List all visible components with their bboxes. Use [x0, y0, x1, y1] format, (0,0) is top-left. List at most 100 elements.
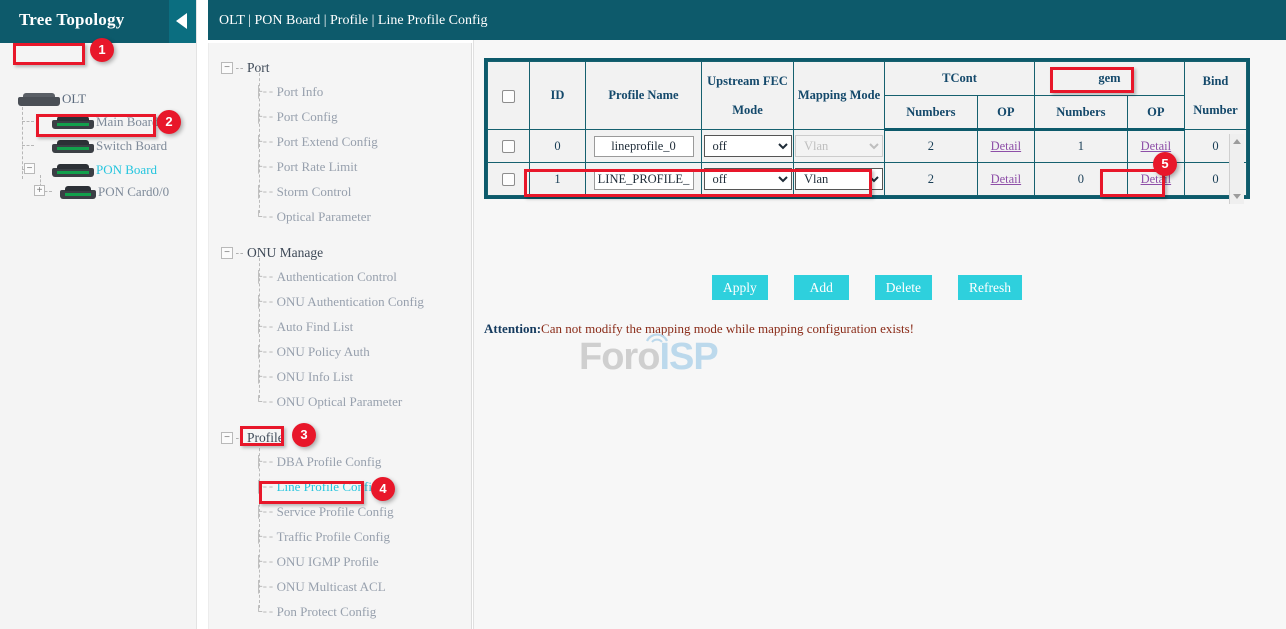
olt-device-icon [18, 93, 60, 106]
table-row[interactable]: 1 off Vlan [488, 163, 1247, 196]
menu-item-onu-multicast-acl[interactable]: ├-- ONU Multicast ACL [255, 578, 386, 596]
tree-connector [236, 253, 243, 254]
tree-expander-pon-board[interactable]: − [24, 163, 35, 174]
profile-name-input[interactable] [594, 136, 694, 157]
row-checkbox[interactable] [502, 140, 515, 153]
tree-connector: ├-- [255, 455, 274, 469]
row-checkbox[interactable] [502, 173, 515, 186]
tree-node-olt[interactable]: OLT [18, 88, 86, 110]
column-header-mapping-mode: Mapping Mode [794, 62, 885, 130]
delete-button[interactable]: Delete [875, 275, 932, 300]
board-icon [52, 164, 94, 177]
tree-connector: ├-- [255, 345, 274, 359]
attention-label: Attention: [484, 321, 541, 336]
profile-name-input[interactable] [594, 169, 694, 190]
cell-gem-numbers: 0 [1034, 163, 1127, 196]
menu-item-auto-find-list[interactable]: ├-- Auto Find List [255, 318, 353, 336]
tcont-detail-link[interactable]: Detail [991, 139, 1022, 153]
menu-item-onu-authentication-config[interactable]: ├-- ONU Authentication Config [255, 293, 424, 311]
breadcrumb: OLT | PON Board | Profile | Line Profile… [219, 13, 488, 29]
line-profile-table-container: ID Profile Name Upstream FEC Mode Mappin… [484, 58, 1250, 199]
menu-group-port[interactable]: − Port [221, 58, 270, 78]
tree-connector: ├-- [255, 110, 274, 124]
tree-connector: ├-- [255, 270, 274, 284]
gem-detail-link[interactable]: Detail [1141, 139, 1172, 153]
menu-item-service-profile-config[interactable]: ├-- Service Profile Config [255, 503, 394, 521]
menu-item-label: Pon Protect Config [277, 604, 377, 620]
menu-item-label: Auto Find List [277, 319, 354, 335]
cell-tcont-numbers: 2 [885, 130, 978, 163]
menu-group-label: Profile [247, 430, 284, 446]
cell-upstream-fec: off [702, 130, 794, 163]
refresh-button[interactable]: Refresh [958, 275, 1022, 300]
row-select-cell [488, 163, 530, 196]
menu-item-onu-optical-parameter[interactable]: └-- ONU Optical Parameter [255, 393, 402, 411]
scroll-down-icon[interactable] [1233, 194, 1241, 199]
menu-item-authentication-control[interactable]: ├-- Authentication Control [255, 268, 397, 286]
cell-id: 1 [530, 163, 586, 196]
menu-item-storm-control[interactable]: ├-- Storm Control [255, 183, 351, 201]
menu-item-label: Port Rate Limit [277, 159, 358, 175]
minus-icon[interactable]: − [221, 432, 233, 444]
tree-connector: ├-- [255, 85, 274, 99]
column-header-gem-numbers: Numbers [1034, 96, 1127, 130]
tree-node-pon-card[interactable]: PON Card0/0 [60, 181, 169, 203]
tree-connector: ├-- [255, 135, 274, 149]
menu-item-line-profile-config[interactable]: ├-- Line Profile Config [255, 478, 378, 496]
column-header-tcont-op: OP [977, 96, 1034, 130]
tree-node-label: Switch Board [96, 138, 167, 154]
tree-connector: ├-- [255, 160, 274, 174]
tcont-detail-link[interactable]: Detail [991, 172, 1022, 186]
mapping-mode-select[interactable]: Vlan [795, 168, 883, 190]
menu-item-onu-igmp-profile[interactable]: ├-- ONU IGMP Profile [255, 553, 379, 571]
upstream-fec-select[interactable]: off [704, 168, 792, 190]
tree-expander-pon-card[interactable]: + [34, 185, 45, 196]
tree-node-switch-board[interactable]: Switch Board [52, 135, 167, 157]
sidebar-header: Tree Topology [0, 0, 196, 43]
minus-icon[interactable]: − [221, 247, 233, 259]
board-icon [52, 116, 94, 129]
menu-item-onu-policy-auth[interactable]: ├-- ONU Policy Auth [255, 343, 370, 361]
menu-item-port-info[interactable]: ├-- Port Info [255, 83, 323, 101]
gem-detail-link[interactable]: Detail [1141, 172, 1172, 186]
bind-line1: Bind [1187, 74, 1244, 89]
column-header-tcont: TCont [885, 62, 1035, 96]
tree-topology-sidebar: Tree Topology OLT Main [0, 0, 197, 629]
tree-connector: └-- [255, 395, 274, 409]
navigation-menu-panel: − Port ├-- Port Info ├-- Port Config ├--… [208, 43, 472, 629]
minus-icon[interactable]: − [221, 62, 233, 74]
menu-group-onu-manage[interactable]: − ONU Manage [221, 243, 323, 263]
scroll-up-icon[interactable] [1233, 139, 1241, 144]
menu-item-pon-protect-config[interactable]: └-- Pon Protect Config [255, 603, 376, 621]
apply-button[interactable]: Apply [712, 275, 768, 300]
menu-item-dba-profile-config[interactable]: ├-- DBA Profile Config [255, 453, 381, 471]
menu-item-onu-info-list[interactable]: ├-- ONU Info List [255, 368, 353, 386]
action-buttons: Apply Add Delete Refresh [484, 275, 1250, 300]
menu-item-port-rate-limit[interactable]: ├-- Port Rate Limit [255, 158, 358, 176]
menu-item-port-config[interactable]: ├-- Port Config [255, 108, 338, 126]
column-header-bind-number: Bind Number [1185, 62, 1247, 130]
select-all-header [488, 62, 530, 130]
upstream-fec-select[interactable]: off [704, 135, 792, 157]
menu-item-traffic-profile-config[interactable]: ├-- Traffic Profile Config [255, 528, 390, 546]
cell-tcont-numbers: 2 [885, 163, 978, 196]
cell-gem-op: Detail [1127, 163, 1184, 196]
menu-item-label: ONU Info List [277, 369, 354, 385]
menu-item-optical-parameter[interactable]: └-- Optical Parameter [255, 208, 371, 226]
menu-item-label: ONU IGMP Profile [277, 554, 379, 570]
tree-connector: ├-- [255, 530, 274, 544]
tree-node-pon-board[interactable]: PON Board [52, 159, 157, 181]
menu-group-profile[interactable]: − Profile [221, 428, 284, 448]
table-vertical-scrollbar[interactable] [1229, 134, 1244, 204]
chevron-left-icon[interactable] [169, 0, 196, 43]
menu-item-label: Port Config [277, 109, 338, 125]
tree-node-main-board[interactable]: Main Board [52, 111, 158, 133]
column-header-tcont-numbers: Numbers [885, 96, 978, 130]
mapping-mode-select-disabled: Vlan [795, 135, 883, 157]
table-row[interactable]: 0 off Vlan [488, 130, 1247, 163]
add-button[interactable]: Add [794, 275, 849, 300]
select-all-checkbox[interactable] [502, 90, 515, 103]
sidebar-title: Tree Topology [19, 10, 124, 30]
tree-connector [236, 438, 243, 439]
menu-item-port-extend-config[interactable]: ├-- Port Extend Config [255, 133, 378, 151]
